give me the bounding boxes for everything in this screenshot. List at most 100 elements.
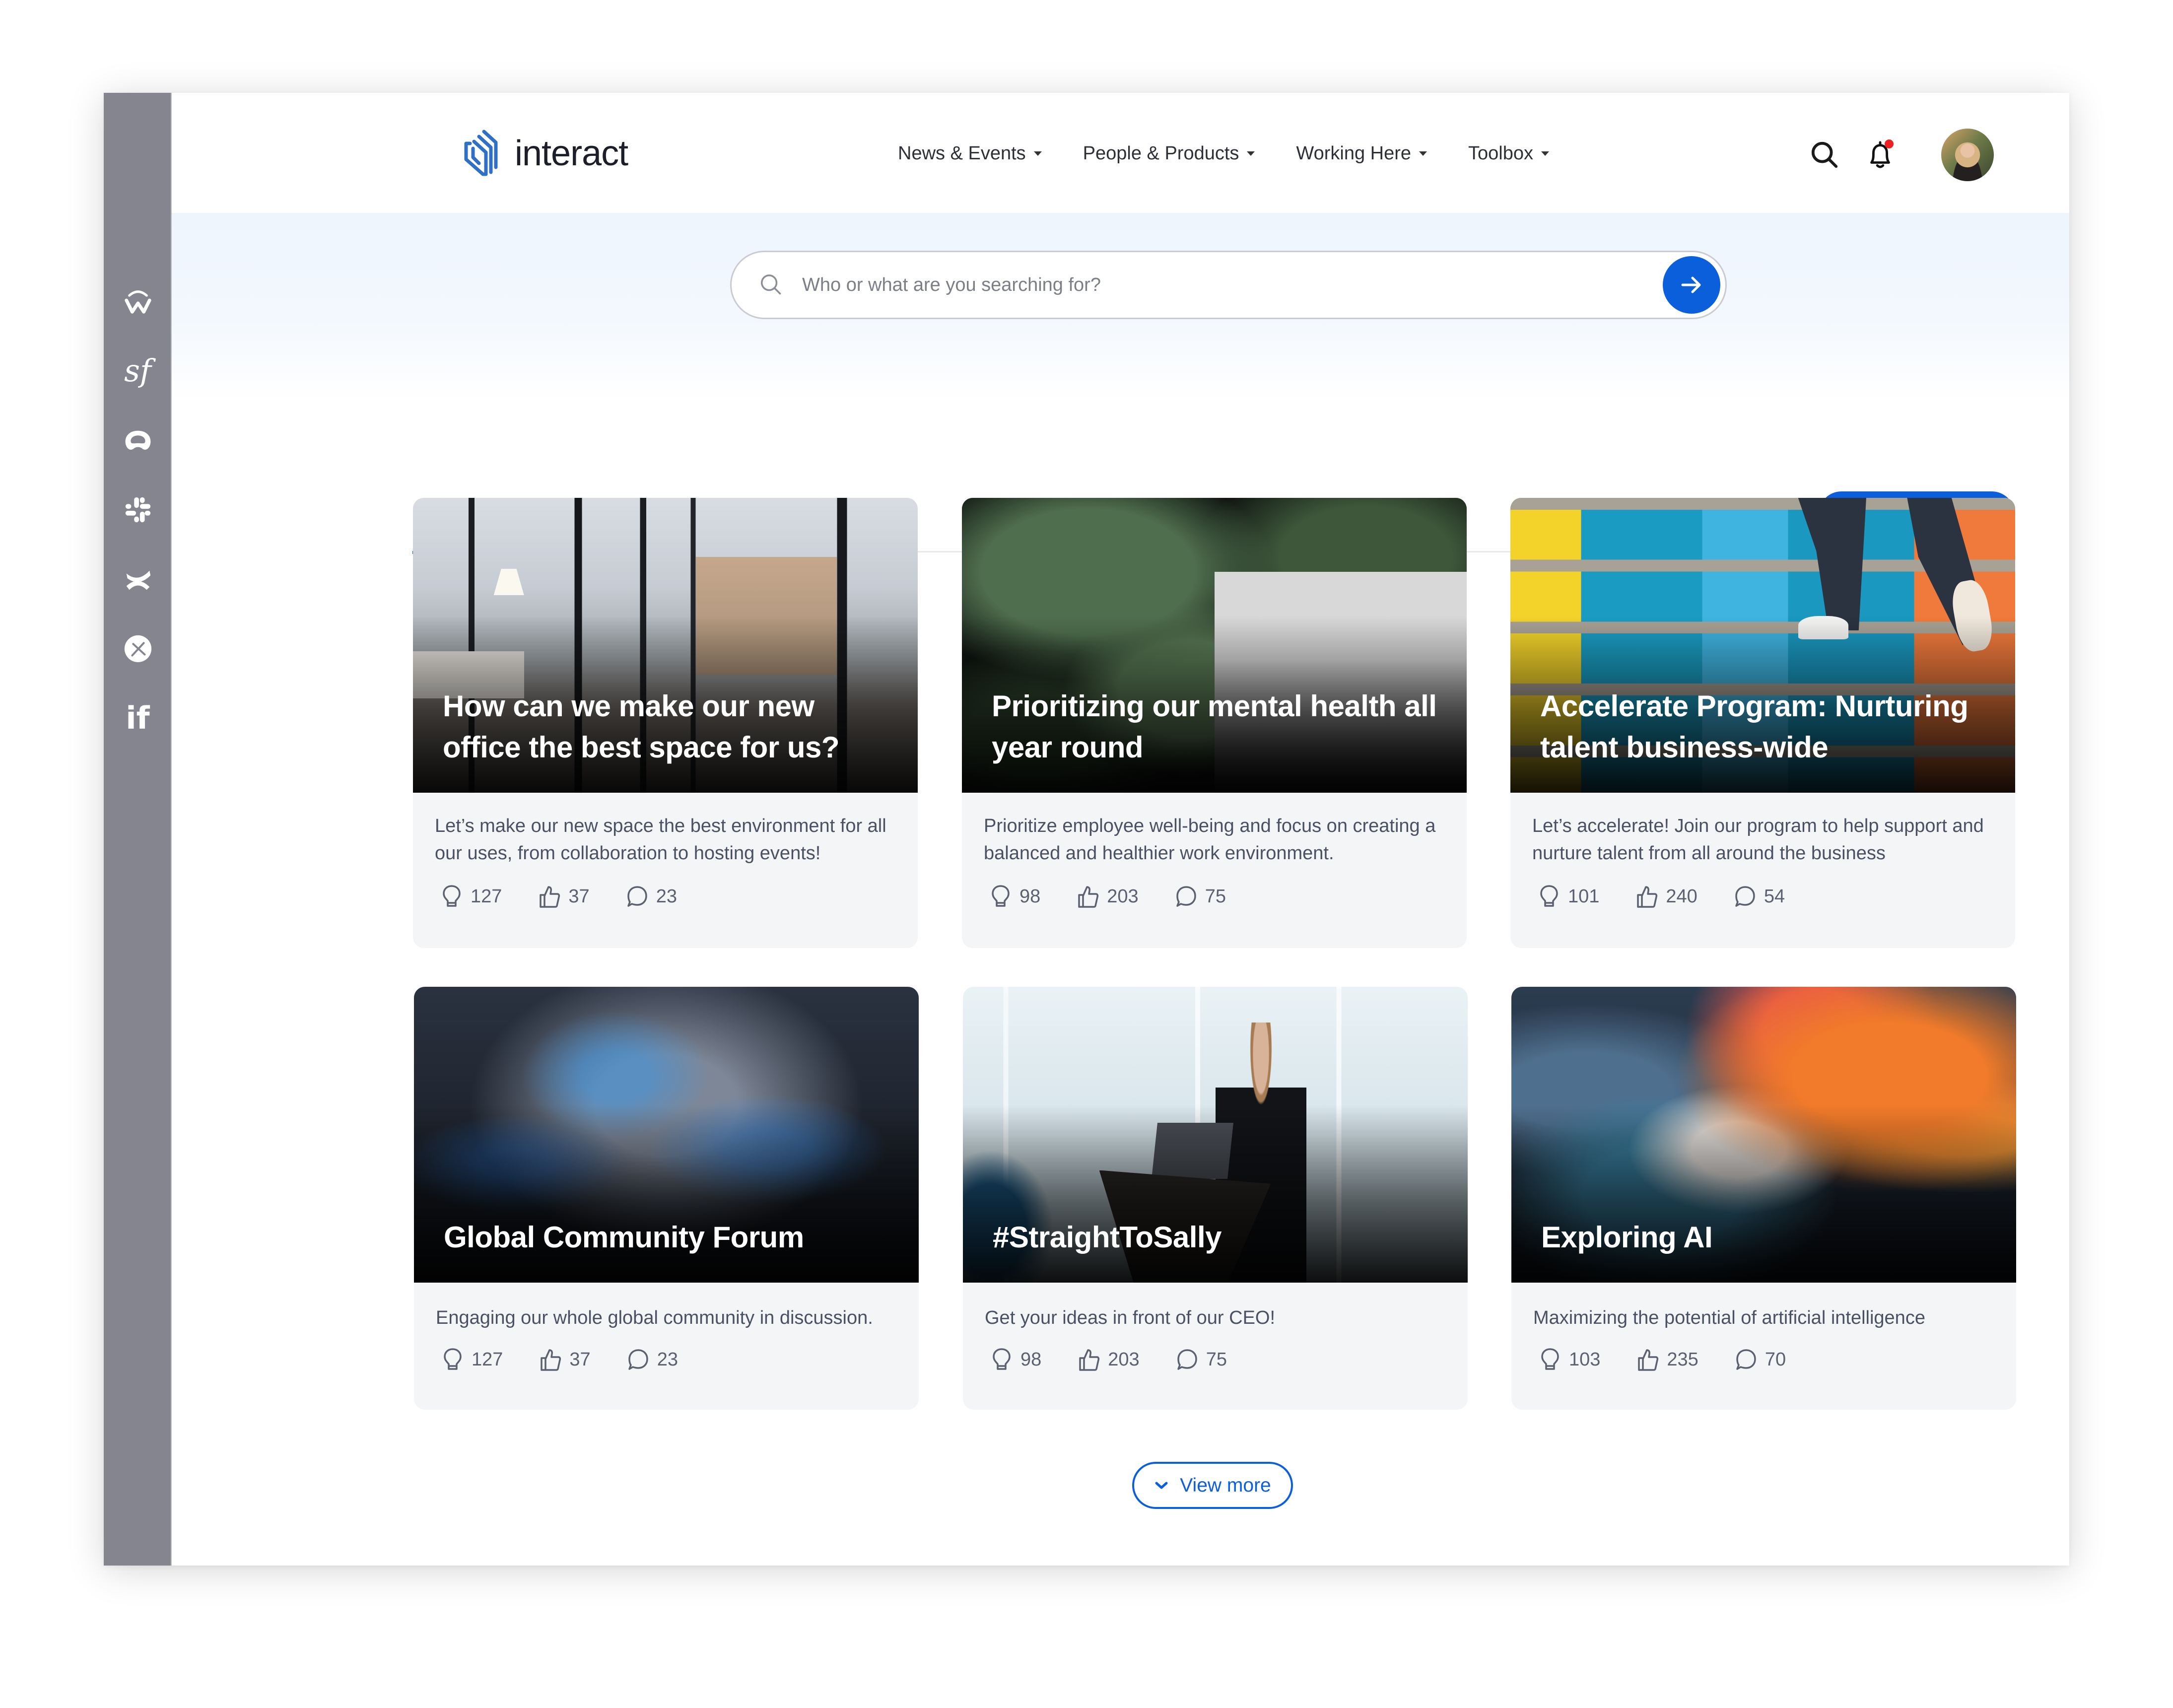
interact-logo-icon [464, 130, 498, 176]
card-description: Engaging our whole global community in d… [436, 1307, 873, 1328]
comments-count[interactable]: 23 [627, 1347, 678, 1372]
caret-down-icon [1247, 151, 1255, 156]
notification-badge [1885, 139, 1894, 148]
card-description: Get your ideas in front of our CEO! [985, 1307, 1276, 1328]
nav-news-events[interactable]: News & Events [898, 143, 1042, 164]
nav-people-products[interactable]: People & Products [1083, 143, 1255, 164]
okta-icon [125, 430, 150, 450]
notifications-button[interactable] [1863, 137, 1898, 172]
comment-icon [627, 886, 647, 907]
ideas-value: 127 [472, 1349, 503, 1370]
ideas-count: 103 [1539, 1347, 1600, 1372]
search-input[interactable] [802, 265, 1663, 305]
ifttt-icon: if [126, 700, 150, 736]
search-icon [761, 274, 781, 295]
header-search-button[interactable] [1807, 137, 1842, 172]
card-description: Maximizing the potential of artificial i… [1533, 1307, 1925, 1328]
likes-value: 37 [569, 1349, 591, 1370]
card-image: Global Community Forum [414, 987, 919, 1283]
comments-count[interactable]: 54 [1734, 884, 1785, 909]
sidebar-app-okta[interactable] [104, 419, 172, 464]
comments-count[interactable]: 23 [626, 884, 677, 909]
sidebar-app-workday[interactable] [104, 279, 172, 324]
thumbs-up-icon [1638, 1349, 1659, 1371]
nav-working-here[interactable]: Working Here [1296, 143, 1427, 164]
ideas-count: 101 [1538, 884, 1599, 909]
nav-toolbox[interactable]: Toolbox [1468, 143, 1549, 164]
xero-icon [124, 635, 151, 663]
ideas-value: 127 [471, 886, 502, 907]
card-stats: 127 37 23 [442, 1347, 715, 1372]
likes-count[interactable]: 203 [1077, 884, 1139, 909]
header-actions [1807, 128, 1994, 182]
comments-value: 75 [1206, 1349, 1227, 1370]
sidebar-app-successfactors[interactable]: sf [104, 348, 172, 393]
likes-count[interactable]: 203 [1078, 1347, 1140, 1372]
main-content: interact News & Events People & Products… [172, 93, 2069, 1566]
search-submit-button[interactable] [1663, 256, 1720, 314]
card-image: Exploring AI [1511, 987, 2016, 1283]
ideas-count: 98 [991, 1347, 1041, 1372]
comment-icon [1736, 1349, 1756, 1370]
comments-value: 23 [657, 1349, 678, 1370]
search-hero [172, 213, 2069, 402]
sidebar-app-slack[interactable] [104, 487, 172, 532]
slack-icon [125, 497, 150, 523]
brand-name: interact [515, 134, 628, 173]
idea-card[interactable]: Accelerate Program: Nurturing talent bus… [1510, 498, 2015, 948]
comments-value: 70 [1765, 1349, 1786, 1370]
comments-count[interactable]: 75 [1175, 884, 1226, 909]
idea-card[interactable]: Prioritizing our mental health all year … [962, 498, 1467, 948]
comments-count[interactable]: 75 [1176, 1347, 1227, 1372]
view-more-button[interactable]: View more [1132, 1462, 1293, 1509]
likes-count[interactable]: 240 [1636, 884, 1698, 909]
sidebar-app-xero[interactable] [104, 626, 172, 671]
thumbs-up-icon [1079, 1349, 1100, 1371]
lightbulb-icon [1540, 885, 1558, 907]
thumbs-up-icon [1078, 886, 1099, 908]
card-description: Let’s make our new space the best enviro… [435, 816, 886, 864]
chevron-down-icon [1155, 1482, 1168, 1489]
view-more-label: View more [1180, 1474, 1271, 1496]
idea-card[interactable]: Exploring AI Maximizing the potential of… [1511, 987, 2016, 1410]
likes-count[interactable]: 235 [1637, 1347, 1698, 1372]
confluence-icon [126, 570, 150, 590]
card-description: Prioritize employee well-being and focus… [984, 816, 1436, 864]
card-title: Exploring AI [1541, 1221, 1713, 1254]
likes-count[interactable]: 37 [540, 1347, 591, 1372]
idea-card[interactable]: How can we make our new office the best … [413, 498, 918, 948]
comments-count[interactable]: 70 [1735, 1347, 1786, 1372]
search-icon [1811, 141, 1838, 168]
card-title: Accelerate Program: Nurturing talent bus… [1540, 689, 1969, 764]
lightbulb-icon [444, 1348, 462, 1370]
sidebar-app-confluence[interactable] [104, 557, 172, 602]
top-header: interact News & Events People & Products… [172, 93, 2069, 213]
brand-logo[interactable]: interact [461, 129, 628, 178]
thumbs-up-icon [541, 1349, 561, 1371]
ideas-value: 98 [1020, 1349, 1042, 1370]
thumbs-up-icon [1637, 886, 1658, 908]
nav-label: Working Here [1296, 142, 1412, 164]
card-title: How can we make our new office the best … [443, 689, 840, 764]
user-avatar[interactable] [1941, 129, 1994, 181]
successfactors-icon: sf [124, 352, 151, 389]
card-title: Global Community Forum [444, 1221, 804, 1254]
card-title: #StraightToSally [993, 1221, 1222, 1254]
likes-value: 203 [1107, 886, 1139, 907]
search-bar [730, 251, 1727, 319]
card-stats: 103 235 70 [1539, 1347, 1823, 1372]
lightbulb-icon [992, 885, 1010, 907]
idea-card[interactable]: #StraightToSally Get your ideas in front… [963, 987, 1468, 1410]
ideas-count: 127 [442, 1347, 503, 1372]
card-image: How can we make our new office the best … [413, 498, 918, 793]
ideas-value: 98 [1019, 886, 1041, 907]
app-window: sf if interact News & Events People & Pr… [104, 93, 2069, 1566]
likes-value: 240 [1666, 886, 1698, 907]
card-stats: 98 203 75 [991, 1347, 1264, 1372]
likes-value: 37 [568, 886, 590, 907]
comments-value: 54 [1764, 886, 1785, 907]
sidebar-app-ifttt[interactable]: if [104, 696, 172, 741]
likes-count[interactable]: 37 [539, 884, 590, 909]
likes-value: 203 [1108, 1349, 1140, 1370]
idea-card[interactable]: Global Community Forum Engaging our whol… [414, 987, 919, 1410]
